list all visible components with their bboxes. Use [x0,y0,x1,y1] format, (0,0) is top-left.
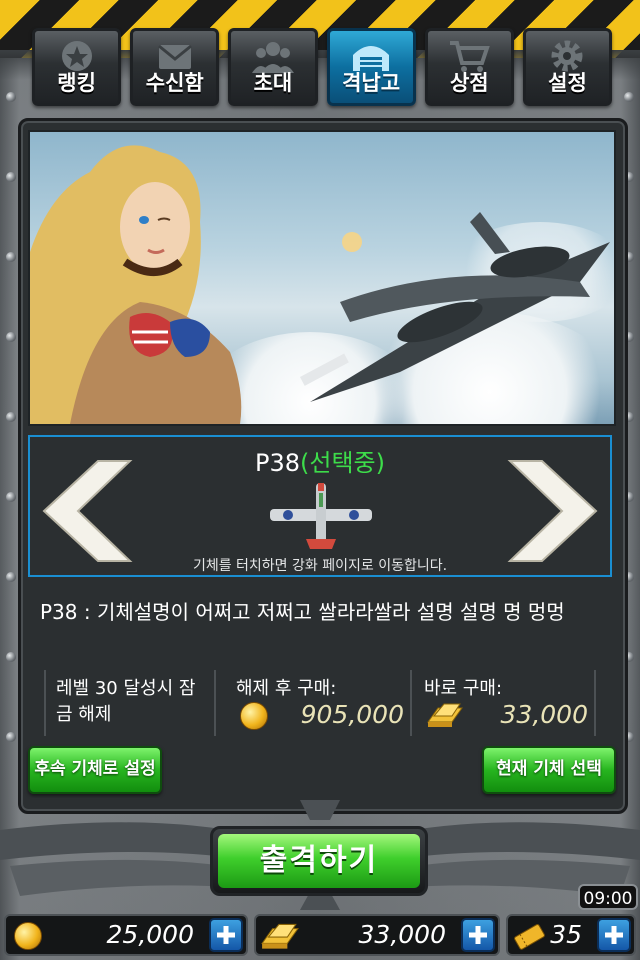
tab-hangar[interactable]: 격납고 [326,28,416,106]
sortie-button[interactable]: 출격하기 [210,826,428,896]
sortie-label: 출격하기 [218,834,420,888]
goldbar-currency: 33,000 [254,914,500,956]
tab-label: 격납고 [342,71,401,95]
aircraft-description: P38 : 기체설명이 어쩌고 저쩌고 쌀라라쌀라 설명 설명 명 멍멍 레벨 … [28,590,612,738]
gold-bar-icon [261,923,299,949]
upgrade-hint: 기체를 터치하면 강화 페이지로 이동합니다. [192,558,448,574]
set-successor-button[interactable]: 후속 기체로 설정 [28,746,162,794]
gold-currency: 25,000 [4,914,248,956]
rivet [6,732,16,742]
description-text: P38 : 기체설명이 어쩌고 저쩌고 쌀라라쌀라 설명 설명 명 멍멍 [40,600,565,624]
aircraft-name: P38 [255,449,301,477]
rivet [624,92,634,102]
rivet [6,172,16,182]
gold-coin-icon [240,702,268,730]
tab-label: 초대 [253,71,293,95]
tab-ranking[interactable]: 랭킹 [32,28,122,106]
selected-state: (선택중) [300,449,385,477]
unlock-condition-box: 레벨 30 달성시 잠금 해제 [44,670,216,736]
rivet [6,92,16,102]
tab-label: 설정 [548,71,587,95]
next-aircraft-arrow[interactable] [502,457,602,565]
gold-amount: 25,000 [106,920,194,949]
rivet [6,252,16,262]
prev-aircraft-arrow[interactable] [38,457,138,565]
goldbar-amount: 33,000 [358,920,446,949]
fighter-plane-illustration [300,212,610,402]
tab-label: 수신함 [145,71,204,95]
ticket-currency: 35 [506,914,636,956]
top-nav: 랭킹 수신함 초대 격납고 상점 설정 [32,28,613,108]
tab-shop[interactable]: 상점 [424,28,514,106]
unlock-condition: 레벨 30 달성시 잠금 해제 [56,678,196,725]
tab-invite[interactable]: 초대 [228,28,318,106]
buy-now-price-box[interactable]: 바로 구매: 33,000 [420,670,596,736]
gold-bar-icon [427,703,463,727]
rivet [6,572,16,582]
tab-label: 랭킹 [57,71,96,95]
buy-now-label: 바로 구매: [424,678,503,699]
tab-settings[interactable]: 설정 [522,28,613,106]
after-unlock-label: 해제 후 구매: [236,678,337,699]
ticket-amount: 35 [550,920,582,949]
tab-label: 상점 [449,71,489,95]
add-ticket-button[interactable] [597,918,631,952]
add-gold-button[interactable] [209,918,243,952]
aircraft-selector: P38(선택중) 기체를 터치하면 강화 페이지로 이동합니다. [28,435,612,577]
rivet [6,492,16,502]
rivet [6,412,16,422]
ticket-icon [514,924,545,950]
tab-inbox[interactable]: 수신함 [130,28,220,106]
after-unlock-price-box[interactable]: 해제 후 구매: 905,000 [232,670,412,736]
rivet [6,332,16,342]
buy-now-price: 33,000 [500,700,588,729]
aircraft-thumbnail[interactable] [266,479,376,555]
clock: 09:00 [578,884,638,910]
pilot-girl-illustration [30,145,242,424]
gold-coin-icon [14,922,42,950]
add-goldbar-button[interactable] [461,918,495,952]
after-unlock-price: 905,000 [300,700,404,729]
select-current-button[interactable]: 현재 기체 선택 [482,746,616,794]
rivet [6,652,16,662]
hero-artwork [28,130,616,426]
